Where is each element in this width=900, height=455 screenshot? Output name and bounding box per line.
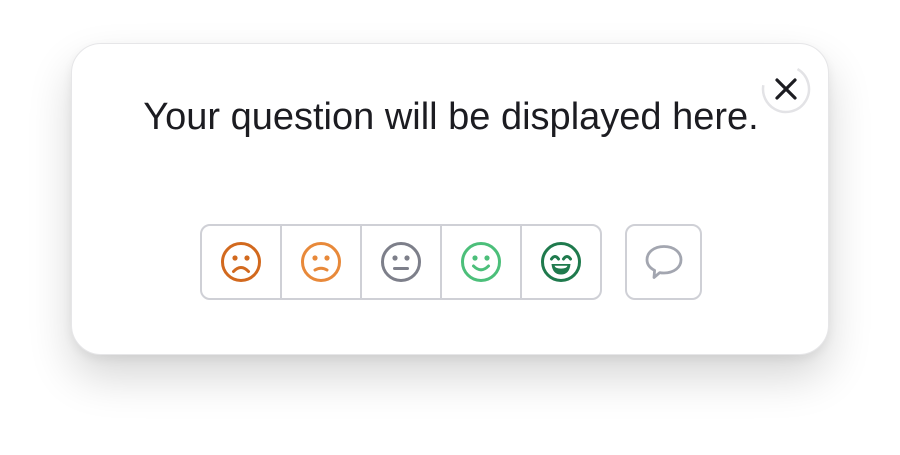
rating-very-satisfied[interactable] bbox=[522, 226, 600, 298]
rating-satisfied[interactable] bbox=[442, 226, 522, 298]
comment-button[interactable] bbox=[625, 224, 702, 300]
page: Your question will be displayed here. bbox=[0, 0, 900, 455]
speech-bubble-icon bbox=[645, 245, 682, 279]
rating-scale bbox=[200, 224, 602, 300]
feedback-card: Your question will be displayed here. bbox=[71, 43, 829, 355]
frown-face-icon bbox=[221, 242, 261, 282]
sad-face-icon bbox=[301, 242, 341, 282]
smile-face-icon bbox=[461, 242, 501, 282]
grin-face-icon bbox=[541, 242, 581, 282]
question-text: Your question will be displayed here. bbox=[143, 96, 759, 138]
rating-neutral[interactable] bbox=[362, 226, 442, 298]
neutral-face-icon bbox=[381, 242, 421, 282]
rating-dissatisfied[interactable] bbox=[282, 226, 362, 298]
rating-very-dissatisfied[interactable] bbox=[202, 226, 282, 298]
